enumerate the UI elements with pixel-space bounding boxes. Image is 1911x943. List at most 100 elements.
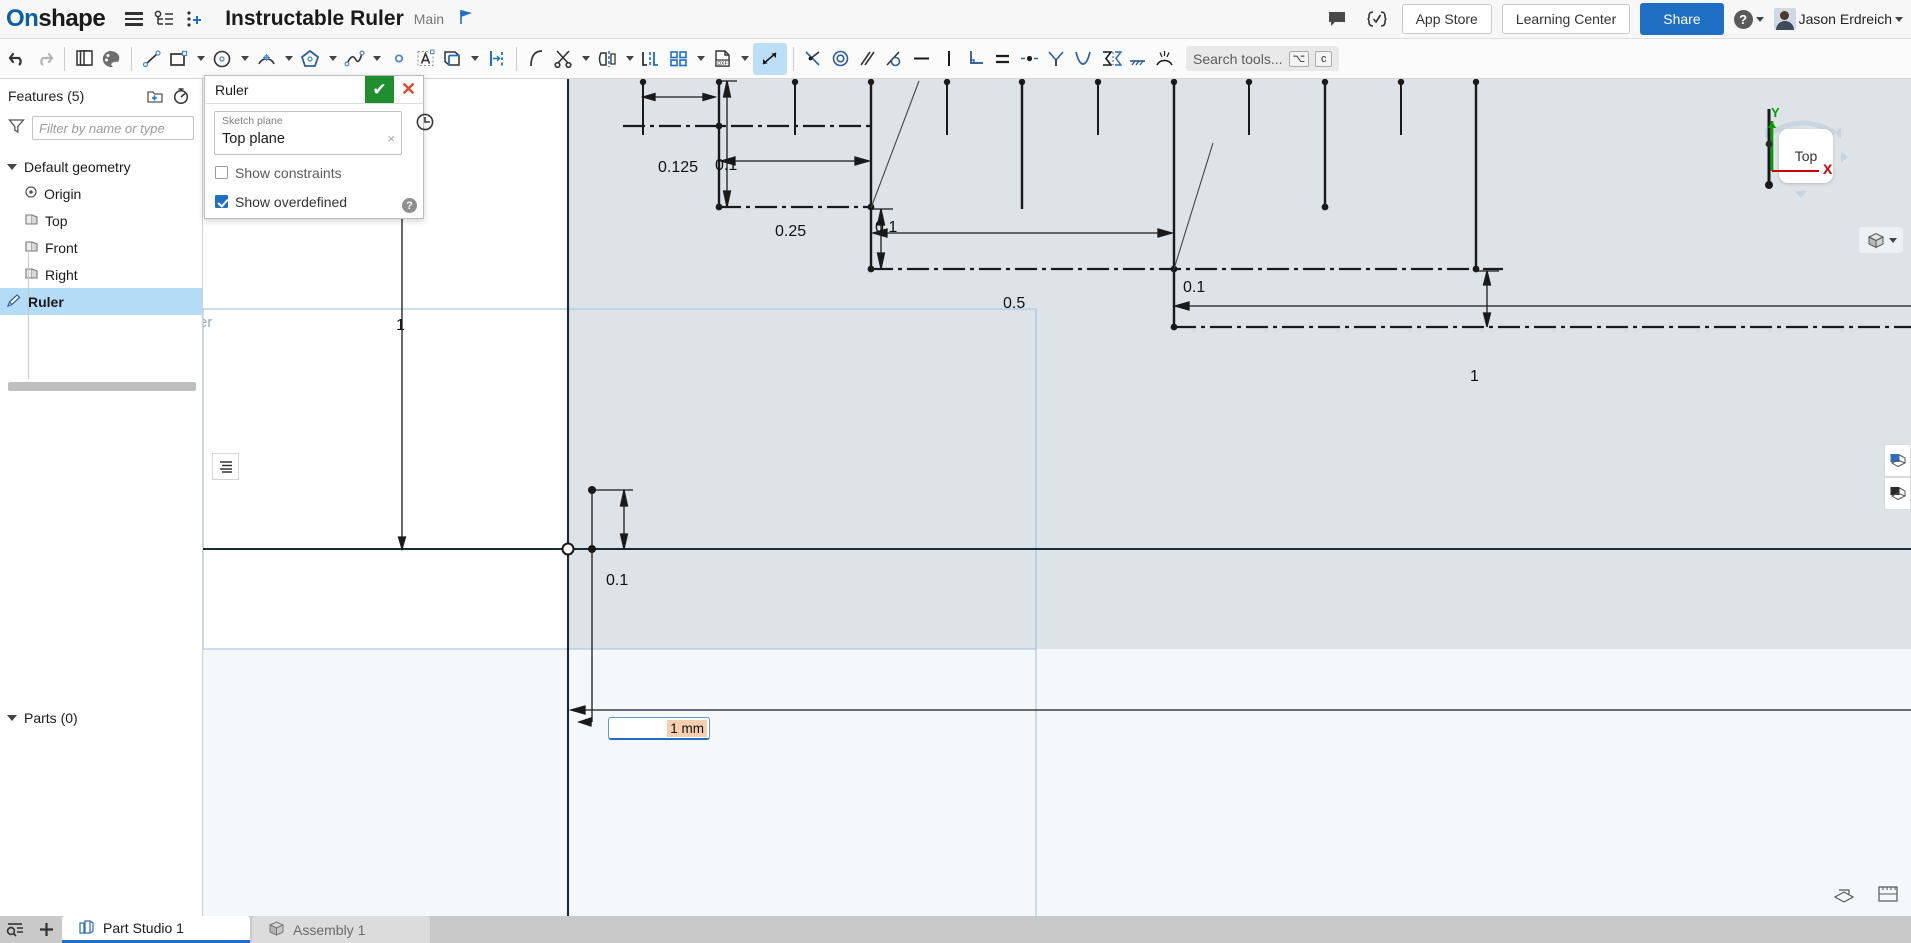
point-tool[interactable] [385, 43, 412, 75]
fillet-tool[interactable] [523, 43, 550, 75]
line-tool[interactable] [138, 43, 165, 75]
copy-button[interactable] [71, 43, 98, 75]
filter-icon[interactable] [8, 118, 25, 139]
mesh-view-button[interactable] [1884, 477, 1911, 510]
arc-tool-dropdown[interactable] [280, 43, 297, 75]
app-store-button[interactable]: App Store [1401, 4, 1492, 34]
tree-item-ruler-sketch[interactable]: Ruler [0, 288, 202, 315]
trim-tool[interactable] [550, 43, 577, 75]
feature-tree-scrollbar[interactable] [8, 382, 196, 391]
dimension-label[interactable]: 0.1 [1183, 279, 1205, 297]
accept-button[interactable]: ✔ [365, 76, 394, 103]
main-menu-button[interactable] [119, 4, 149, 34]
show-overdefined-checkbox[interactable] [215, 195, 228, 208]
show-constraints-row[interactable]: Show constraints [215, 161, 414, 184]
tab-list-button[interactable] [0, 916, 31, 943]
grid-pattern-tool[interactable] [665, 43, 692, 75]
branch-indicator-icon[interactable] [458, 8, 476, 31]
display-style-button[interactable] [1859, 227, 1903, 253]
rectangle-tool-dropdown[interactable] [192, 43, 209, 75]
circle-tool[interactable] [209, 43, 236, 75]
document-menu-button[interactable] [149, 4, 179, 34]
render-button[interactable] [1833, 884, 1855, 906]
tab-part-studio-1[interactable]: Part Studio 1 [62, 916, 250, 943]
dimension-value-input[interactable]: 1 mm [608, 717, 710, 740]
undo-button[interactable] [4, 43, 31, 75]
share-button[interactable]: Share [1640, 3, 1724, 35]
mirror-tool[interactable] [594, 43, 621, 75]
onshape-logo[interactable]: Onshape [6, 5, 106, 33]
fix-constraint[interactable] [1043, 43, 1070, 75]
appearance-button[interactable] [98, 43, 125, 75]
trim-tool-dropdown[interactable] [577, 43, 594, 75]
tree-group-default-geometry[interactable]: Default geometry [0, 153, 202, 180]
spline-tool[interactable] [341, 43, 368, 75]
parallel-constraint[interactable] [854, 43, 881, 75]
midpoint-constraint[interactable] [1016, 43, 1043, 75]
tab-assembly-1[interactable]: Assembly 1 [252, 916, 430, 943]
offset-tool[interactable] [483, 43, 510, 75]
rectangle-tool[interactable] [165, 43, 192, 75]
add-branch-button[interactable] [179, 4, 209, 34]
tree-item-top-plane[interactable]: Top [0, 207, 202, 234]
show-constraints-checkbox[interactable] [215, 166, 228, 179]
tree-item-origin[interactable]: Origin [0, 180, 202, 207]
filter-input[interactable]: Filter by name or type [32, 116, 194, 140]
equal-constraint[interactable] [989, 43, 1016, 75]
dimension-tool[interactable] [753, 42, 787, 75]
import-dxf-tool[interactable]: DXF [709, 43, 736, 75]
coincident-constraint[interactable] [800, 43, 827, 75]
spline-tool-dropdown[interactable] [368, 43, 385, 75]
section-view-button[interactable] [1884, 444, 1911, 477]
arc-tool[interactable] [253, 43, 280, 75]
use-projection-tool[interactable] [439, 43, 466, 75]
polygon-tool[interactable] [297, 43, 324, 75]
curvature-constraint[interactable] [1070, 43, 1097, 75]
concentric-constraint[interactable] [827, 43, 854, 75]
sketch-history-icon[interactable] [415, 112, 435, 132]
featurescript-button[interactable] [1362, 4, 1392, 34]
dimension-label[interactable]: 1 [396, 317, 405, 335]
dimension-label[interactable]: 0.1 [606, 572, 628, 590]
tree-item-right-plane[interactable]: Right [0, 261, 202, 288]
parts-section-header[interactable]: Parts (0) [0, 704, 202, 731]
clear-selection-icon[interactable]: × [387, 131, 395, 146]
construction-mode[interactable] [1124, 43, 1151, 75]
graphics-canvas[interactable]: 1 0.125 0.1 0.25 0.1 0.5 0.1 1 0.1 er To… [203, 79, 1911, 916]
help-menu-button[interactable]: ? [1733, 9, 1764, 29]
horizontal-constraint[interactable] [908, 43, 935, 75]
dimension-label[interactable]: 0.1 [715, 157, 737, 175]
mirror-tool-dropdown[interactable] [621, 43, 638, 75]
cancel-button[interactable]: ✕ [394, 76, 423, 103]
import-dxf-dropdown[interactable] [736, 43, 753, 75]
tangent-constraint[interactable] [881, 43, 908, 75]
view-cube[interactable]: Top X Y [1755, 105, 1851, 203]
new-folder-button[interactable] [142, 83, 168, 109]
dimension-label[interactable]: 0.125 [658, 159, 698, 177]
add-tab-button[interactable] [31, 916, 62, 943]
dialog-help-button[interactable]: ? [402, 198, 417, 213]
use-projection-dropdown[interactable] [466, 43, 483, 75]
comments-button[interactable] [1322, 4, 1352, 34]
dimension-label[interactable]: 0.25 [775, 223, 806, 241]
polygon-tool-dropdown[interactable] [324, 43, 341, 75]
user-menu-button[interactable]: Jason Erdreich [1773, 8, 1903, 30]
learning-center-button[interactable]: Learning Center [1501, 4, 1631, 34]
rollback-history-button[interactable] [168, 83, 194, 109]
perpendicular-constraint[interactable] [962, 43, 989, 75]
redo-button[interactable] [31, 43, 58, 75]
dimension-label[interactable]: 0.5 [1003, 295, 1025, 313]
constraint-list-button[interactable] [1097, 43, 1124, 75]
circle-tool-dropdown[interactable] [236, 43, 253, 75]
sketch-plane-field[interactable]: Sketch plane Top plane × [214, 111, 402, 155]
text-tool[interactable] [412, 43, 439, 75]
sketch-display-settings[interactable] [1151, 43, 1178, 75]
vertical-constraint[interactable] [935, 43, 962, 75]
measure-button[interactable] [1877, 884, 1899, 906]
linear-pattern-tool[interactable] [638, 43, 665, 75]
sketch-list-button[interactable] [212, 453, 239, 480]
search-tools-input[interactable]: Search tools... ⌥ c [1186, 46, 1340, 71]
dimension-label[interactable]: 0.1 [875, 219, 897, 237]
tree-item-front-plane[interactable]: Front [0, 234, 202, 261]
dimension-label[interactable]: 1 [1470, 368, 1479, 386]
